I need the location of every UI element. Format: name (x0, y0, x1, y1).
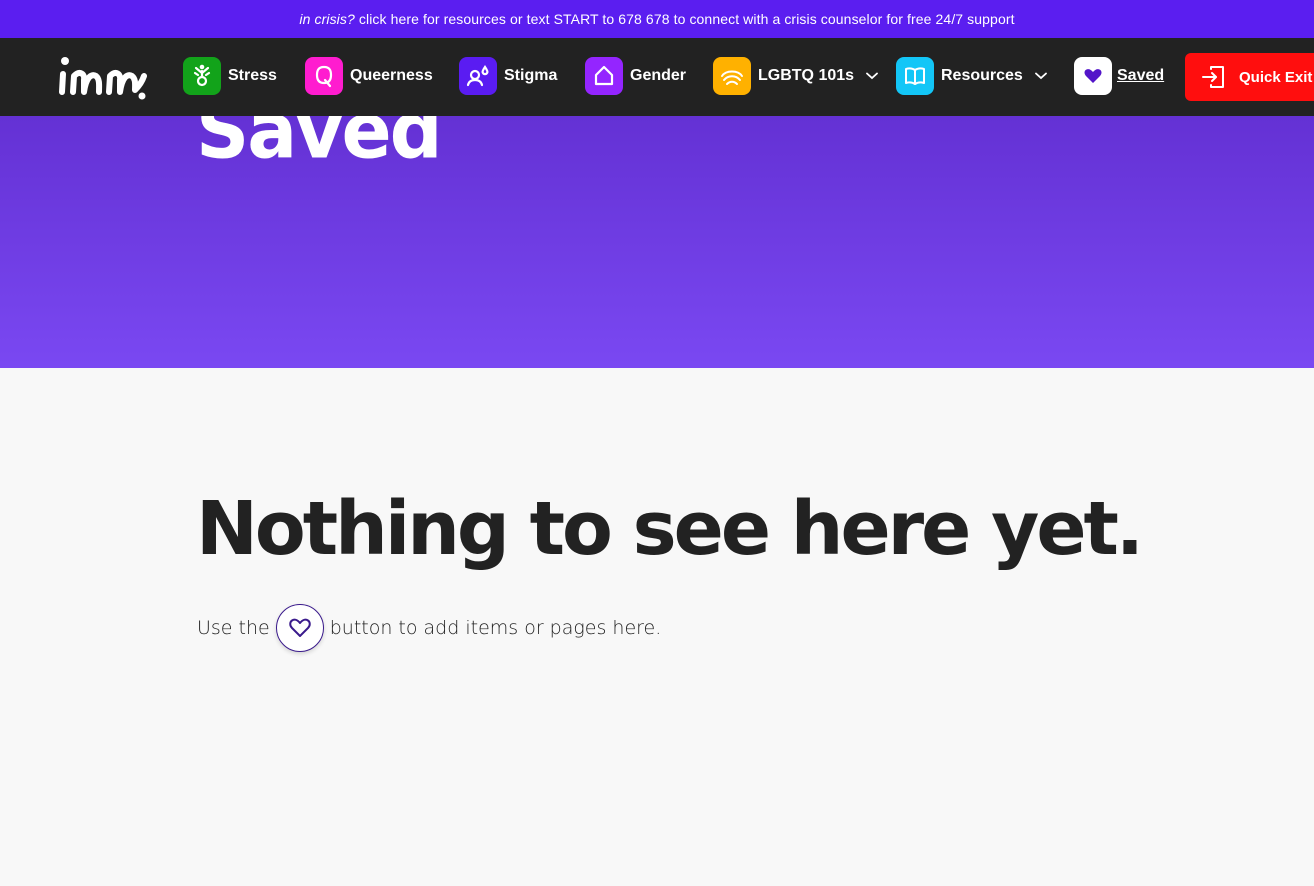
nav-item-stigma[interactable]: Stigma (459, 57, 557, 95)
empty-state-text-after: button to add items or pages here. (329, 617, 662, 639)
nav-label-lgbtq-101s: LGBTQ 101s (758, 67, 855, 84)
empty-state-text: Use the button to add items or pages her… (197, 604, 661, 652)
empty-state-text-before: Use the (197, 617, 270, 639)
nav-item-saved[interactable]: Saved (1074, 57, 1164, 95)
heart-icon (1074, 57, 1112, 95)
house-icon (585, 57, 623, 95)
hero-banner: Saved (0, 116, 1314, 368)
crisis-banner-text: click here for resources or text START t… (358, 11, 1015, 27)
nav-label-stress: Stress (228, 67, 277, 84)
nav-item-lgbtq-101s[interactable]: LGBTQ 101s (713, 57, 878, 95)
nav-label-saved: Saved (1117, 67, 1165, 84)
page-title: Saved (196, 116, 443, 177)
nav-item-gender[interactable]: Gender (585, 57, 686, 95)
sprout-icon (183, 57, 221, 95)
nav-item-queerness[interactable]: Queerness (305, 57, 433, 95)
exit-icon (1202, 66, 1224, 88)
imi-logo[interactable] (56, 52, 154, 102)
nav-label-gender: Gender (630, 67, 687, 84)
chevron-down-icon[interactable] (866, 72, 878, 80)
empty-state-heading: Nothing to see here yet. (196, 486, 1144, 572)
nav-item-resources[interactable]: Resources (896, 57, 1047, 95)
quick-exit-label: Quick Exit (1239, 68, 1313, 86)
nav-label-queerness: Queerness (350, 67, 433, 84)
person-drop-icon (459, 57, 497, 95)
heart-outline-icon (288, 618, 311, 637)
book-icon (896, 57, 934, 95)
quick-exit-button[interactable]: Quick Exit (1185, 53, 1314, 101)
chevron-down-icon[interactable] (1034, 72, 1047, 80)
nav-label-stigma: Stigma (504, 67, 558, 84)
main-nav: Stress Queerness Stigma Gender LGBTQ 101… (0, 38, 1314, 116)
save-heart-button[interactable] (275, 604, 324, 652)
crisis-banner[interactable]: in crisis? click here for resources or t… (0, 0, 1314, 38)
crisis-banner-prefix: in crisis? (299, 11, 355, 27)
rainbow-icon (713, 57, 751, 95)
q-letter-icon (305, 57, 343, 95)
nav-item-stress[interactable]: Stress (183, 57, 277, 95)
nav-label-resources: Resources (941, 67, 1023, 84)
